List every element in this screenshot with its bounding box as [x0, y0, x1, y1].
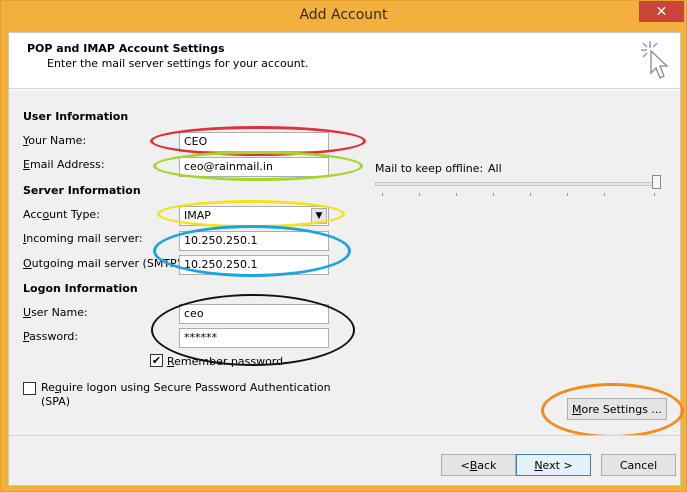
dialog-client-area: POP and IMAP Account Settings Enter the …	[8, 32, 684, 486]
password-label-text: assword:	[29, 330, 79, 343]
email-label-text: mail Address:	[29, 158, 105, 171]
account-type-select[interactable]: IMAP ▼	[179, 206, 329, 226]
outgoing-server-field[interactable]: 10.250.250.1	[179, 255, 329, 275]
user-information-heading: User Information	[23, 110, 129, 123]
offline-slider-thumb[interactable]	[652, 175, 661, 189]
your-name-label-text: our Name:	[28, 134, 87, 147]
back-label-pre: <	[460, 458, 470, 472]
mail-offline-value: All	[488, 162, 502, 175]
slider-tick	[419, 193, 420, 196]
slider-tick	[654, 193, 655, 196]
back-label: ack	[477, 458, 497, 472]
title-bar[interactable]: Add Account ✕	[1, 1, 686, 32]
chevron-down-icon[interactable]: ▼	[311, 208, 327, 224]
more-settings-button[interactable]: More Settings ...	[567, 398, 667, 420]
slider-tick	[530, 193, 531, 196]
more-settings-accel: M	[572, 402, 582, 416]
password-field[interactable]: ******	[179, 328, 329, 348]
close-icon: ✕	[655, 3, 668, 20]
dialog-header: POP and IMAP Account Settings Enter the …	[9, 33, 680, 89]
spa-label-text: uire logon using Secure Password Authent…	[61, 381, 331, 394]
incoming-label-text: ncoming mail server:	[26, 232, 143, 245]
spa-label-line2: (SPA)	[41, 395, 71, 408]
slider-tick	[382, 193, 383, 196]
remember-label-text: emember password	[174, 355, 284, 368]
back-accel: B	[469, 458, 478, 472]
spa-label: Require logon using Secure Password Auth…	[41, 381, 331, 394]
email-address-label: Email Address:	[23, 158, 105, 171]
more-settings-label: ore Settings ...	[581, 402, 662, 416]
window-title: Add Account	[299, 7, 388, 23]
slider-tick	[493, 193, 494, 196]
offline-slider-track[interactable]	[375, 182, 661, 186]
outgoing-accel: O	[23, 257, 32, 270]
email-address-field[interactable]: ceo@rainmail.in	[179, 157, 329, 177]
settings-body: User Information Your Name: CEO Email Ad…	[9, 90, 684, 438]
slider-tick	[456, 193, 457, 196]
cancel-button[interactable]: Cancel	[601, 454, 676, 476]
header-title: POP and IMAP Account Settings	[27, 42, 225, 55]
your-name-field[interactable]: CEO	[179, 132, 329, 152]
remember-password-label: Remember password	[167, 355, 283, 368]
outgoing-label-text: utgoing mail server (SMTP):	[31, 257, 185, 270]
next-label: ext >	[542, 458, 573, 472]
dialog-footer: < Back Next > Cancel	[9, 435, 680, 485]
spa-label-pre: Re	[41, 381, 55, 394]
next-button[interactable]: Next >	[516, 454, 591, 476]
server-information-heading: Server Information	[23, 184, 141, 197]
next-accel: N	[534, 458, 543, 472]
user-name-accel: U	[23, 306, 32, 319]
remember-password-checkbox[interactable]: ✔	[150, 354, 163, 367]
checkmark-icon: ✔	[151, 354, 162, 367]
outgoing-server-label: Outgoing mail server (SMTP):	[23, 257, 185, 270]
account-type-label-pre: Acc	[23, 208, 43, 221]
logon-information-heading: Logon Information	[23, 282, 138, 295]
dialog-window: Add Account ✕ POP and IMAP Account Setti…	[0, 0, 687, 492]
header-subtitle: Enter the mail server settings for your …	[47, 57, 309, 70]
spa-checkbox[interactable]	[23, 382, 36, 395]
account-type-label-text: unt Type:	[49, 208, 100, 221]
email-accel: E	[23, 158, 30, 171]
incoming-server-field[interactable]: 10.250.250.1	[179, 231, 329, 251]
your-name-label: Your Name:	[23, 134, 86, 147]
incoming-server-label: Incoming mail server:	[23, 232, 143, 245]
user-name-field[interactable]: ceo	[179, 304, 329, 324]
account-type-label: Account Type:	[23, 208, 100, 221]
slider-tick	[604, 193, 605, 196]
cursor-sparkle-icon	[641, 41, 669, 79]
password-label: Password:	[23, 330, 78, 343]
close-button[interactable]: ✕	[639, 1, 684, 22]
user-name-label: User Name:	[23, 306, 88, 319]
user-name-label-text: ser Name:	[31, 306, 88, 319]
account-type-value: IMAP	[184, 209, 211, 222]
back-button[interactable]: < Back	[441, 454, 516, 476]
mail-offline-label: Mail to keep offline:	[375, 162, 484, 175]
slider-tick	[567, 193, 568, 196]
spa-accel: q	[54, 381, 62, 394]
